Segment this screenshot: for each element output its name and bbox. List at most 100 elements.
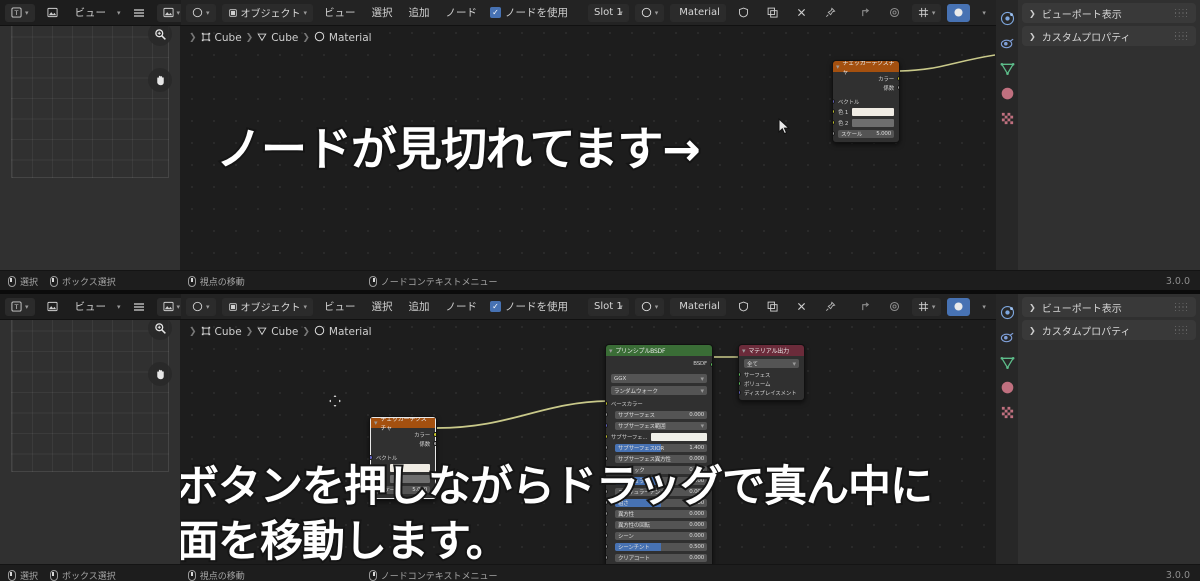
hamburger-icon[interactable] (127, 298, 151, 316)
bsdf-row[interactable]: シーンチント 0.500 (606, 541, 712, 552)
bsdf-row[interactable]: サブサーフェス 0.000 (606, 409, 712, 420)
object-data-tab-icon[interactable] (999, 354, 1015, 370)
unlink-icon[interactable] (790, 298, 813, 316)
render-tab-icon[interactable] (999, 35, 1015, 51)
fake-user-icon[interactable] (732, 4, 755, 22)
snap-magnet-icon[interactable]: ▾ (911, 297, 942, 316)
node-input-surface[interactable]: サーフェス (739, 370, 804, 379)
chevron-right-icon[interactable]: ❯ (1029, 326, 1036, 335)
editor-type-selector[interactable]: ▾ (186, 297, 216, 316)
node-input-color1[interactable]: 色 1 (833, 106, 899, 117)
node-output-fac[interactable]: 係数 (833, 83, 899, 92)
node-header[interactable]: ▾ チェッカーテクスチャ (370, 417, 436, 432)
tool-tab-icon[interactable] (999, 304, 1015, 320)
bsdf-row[interactable]: サブサーフェス範囲 ▾ (606, 420, 712, 431)
node-output-fac[interactable]: 係数 (371, 439, 436, 448)
render-tab-icon[interactable] (999, 329, 1015, 345)
socket[interactable] (606, 533, 608, 538)
shader-type-selector[interactable]: オブジェクト ▾ (221, 3, 314, 22)
properties-tab-strip-bottom[interactable] (996, 294, 1018, 564)
chevron-right-icon[interactable]: ❯ (1029, 303, 1036, 312)
bsdf-row[interactable]: クリアコート 0.000 (606, 552, 712, 563)
proportional-edit-icon[interactable] (883, 4, 906, 22)
tool-tab-icon[interactable] (999, 10, 1015, 26)
socket-color1[interactable] (833, 109, 835, 114)
socket[interactable] (606, 434, 608, 439)
image-editor-menu-view[interactable]: ビュー (70, 5, 112, 20)
socket-displacement[interactable] (739, 390, 741, 395)
shader-node-editor-top[interactable]: ❯ Cube ❯ Cube ❯ Material ▾ チェッカーテクスチャ カラ… (181, 0, 995, 270)
socket[interactable] (606, 401, 608, 406)
socket-scale[interactable] (833, 131, 835, 136)
breadcrumb-mesh-label[interactable]: Cube (271, 32, 298, 44)
socket-fac[interactable] (433, 441, 436, 446)
bsdf-value-field[interactable]: シーンチント 0.500 (615, 542, 707, 551)
pin-icon[interactable] (819, 4, 842, 22)
bsdf-row[interactable]: 異方性の回転 0.000 (606, 519, 712, 530)
node-header[interactable]: ▾ プリンシプルBSDF (606, 345, 712, 356)
breadcrumb-material-label[interactable]: Material (329, 326, 372, 338)
node-material-output[interactable]: ▾ マテリアル出力 全て ▾ サーフェス ボリューム ディスプレイスメント (738, 344, 805, 401)
panel-viewport-display-bottom[interactable]: ❯ ビューポート表示 :::::::: (1022, 297, 1196, 317)
breadcrumb-object-label[interactable]: Cube (215, 32, 242, 44)
bsdf-value-field[interactable]: サブサーフェス範囲 ▾ (615, 421, 707, 430)
socket[interactable] (606, 412, 608, 417)
parent-icon[interactable] (854, 298, 877, 316)
menu-view[interactable]: ビュー (319, 299, 361, 314)
menu-add[interactable]: 追加 (404, 299, 435, 314)
menu-select[interactable]: 選択 (367, 5, 398, 20)
hand-icon[interactable] (148, 362, 172, 386)
material-tab-icon[interactable] (999, 85, 1015, 101)
bsdf-value-field[interactable]: クリアコート 0.000 (615, 553, 707, 562)
texture-tab-icon[interactable] (999, 404, 1015, 420)
shader-node-editor-bottom[interactable]: ❯ Cube ❯ Cube ❯ Material ▾ チェッカーテクスチャ カラ… (181, 294, 995, 564)
bsdf-row[interactable]: ベースカラー (606, 398, 712, 409)
bsdf-value-field[interactable]: サブサーフェスIOR 1.400 (615, 443, 707, 452)
material-tab-icon[interactable] (999, 379, 1015, 395)
bsdf-row[interactable]: シーン 0.000 (606, 530, 712, 541)
socket-color[interactable] (433, 432, 436, 437)
shader-editor-header-top[interactable]: ▾ オブジェクト ▾ ビュー 選択 追加 ノード ✓ ノードを使用 Slot 1… (181, 0, 996, 26)
node-output-color[interactable]: カラー (833, 74, 899, 83)
socket-surface[interactable] (739, 372, 741, 377)
color1-swatch[interactable] (852, 107, 894, 116)
menu-select[interactable]: 選択 (367, 299, 398, 314)
image-editor-top[interactable] (0, 0, 180, 270)
image-editor-bottom[interactable] (0, 294, 180, 564)
node-input-volume[interactable]: ボリューム (739, 379, 804, 388)
socket-color2[interactable] (833, 120, 835, 125)
editor-type-selector[interactable]: T ▾ (5, 3, 35, 22)
image-editor-header-top[interactable]: T ▾ ビュー ▾ ▾ + 新規 (0, 0, 236, 26)
panel-custom-properties-top[interactable]: ❯ カスタムプロパティ :::::::: (1022, 26, 1196, 46)
color2-swatch[interactable] (852, 118, 894, 127)
properties-editor-bottom[interactable]: ❯ ビューポート表示 :::::::: ❯ カスタムプロパティ :::::::: (996, 294, 1200, 564)
drag-grip[interactable]: :::::::: (1174, 30, 1189, 42)
hand-icon[interactable] (148, 68, 172, 92)
panel-custom-properties-bottom[interactable]: ❯ カスタムプロパティ :::::::: (1022, 320, 1196, 340)
bsdf-color-swatch[interactable] (651, 432, 707, 441)
bsdf-value-field[interactable]: シーン 0.000 (615, 531, 707, 540)
node-checker-texture-top[interactable]: ▾ チェッカーテクスチャ カラー 係数 ベクトル 色 1 色 2 スケール 5.… (832, 60, 900, 143)
browse-image-button[interactable] (41, 298, 64, 316)
editor-type-selector[interactable]: ▾ (186, 3, 216, 22)
pin-icon[interactable] (819, 298, 842, 316)
node-input-vector[interactable]: ベクトル (833, 97, 899, 106)
properties-editor-top[interactable]: ❯ ビューポート表示 :::::::: ❯ カスタムプロパティ :::::::: (996, 0, 1200, 270)
node-input-color2[interactable]: 色 2 (833, 117, 899, 128)
shader-type-selector[interactable]: オブジェクト ▾ (221, 297, 314, 316)
fake-user-icon[interactable] (732, 298, 755, 316)
properties-tab-strip-top[interactable] (996, 0, 1018, 270)
menu-add[interactable]: 追加 (404, 5, 435, 20)
socket[interactable] (606, 544, 608, 549)
chevron-right-icon[interactable]: ❯ (1029, 32, 1036, 41)
socket-vector[interactable] (833, 99, 835, 104)
slot-selector[interactable]: Slot 1 ▾ (588, 3, 629, 22)
browse-material-button[interactable]: ▾ (634, 297, 665, 316)
chevron-down-icon[interactable]: ▾ (742, 347, 746, 355)
chevron-down-icon[interactable]: ▾ (117, 303, 121, 311)
scale-field[interactable]: スケール 5.000 (838, 129, 894, 138)
breadcrumb-object-label[interactable]: Cube (215, 326, 242, 338)
slot-selector[interactable]: Slot 1 ▾ (588, 297, 629, 316)
editor-type-selector[interactable]: T ▾ (5, 297, 35, 316)
socket-volume[interactable] (739, 381, 741, 386)
